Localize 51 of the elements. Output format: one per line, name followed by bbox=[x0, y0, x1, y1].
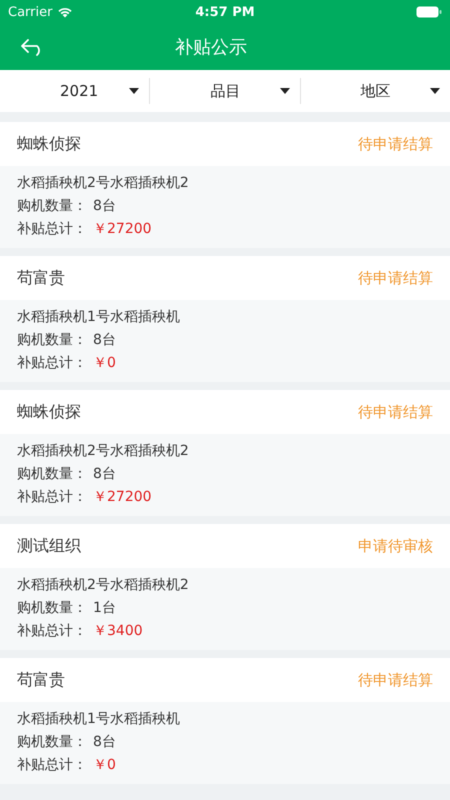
status-label: 待申请结算 bbox=[358, 402, 433, 422]
quantity-label: 购机数量： bbox=[17, 331, 87, 350]
machine-model: 水稻插秧机2号水稻插秧机2 bbox=[17, 442, 190, 461]
subsidy-amount: ￥0 bbox=[93, 756, 116, 775]
applicant-name: 测试组织 bbox=[17, 536, 81, 556]
machine-model: 水稻插秧机2号水稻插秧机2 bbox=[17, 576, 190, 595]
subsidy-label: 补贴总计： bbox=[17, 756, 87, 775]
carrier-label: Carrier bbox=[8, 4, 52, 20]
filter-dropdown[interactable]: 地区 bbox=[300, 78, 450, 104]
page-title: 补贴公示 bbox=[175, 36, 247, 59]
status-time: 4:57 PM bbox=[194, 4, 256, 20]
card-header[interactable]: 蜘蛛侦探 待申请结算 bbox=[0, 122, 450, 166]
caret-icon bbox=[280, 88, 290, 94]
filter-dropdown[interactable]: 2021 bbox=[0, 78, 150, 104]
status-label: 待申请结算 bbox=[358, 268, 433, 288]
machine-model: 水稻插秧机1号水稻插秧机 bbox=[17, 710, 181, 729]
applicant-name: 苟富贵 bbox=[17, 268, 65, 288]
subsidy-amount: ￥27200 bbox=[93, 220, 152, 239]
applicant-name: 蜘蛛侦探 bbox=[17, 402, 81, 422]
quantity-label: 购机数量： bbox=[17, 599, 87, 618]
wifi-icon bbox=[57, 6, 74, 18]
subsidy-amount: ￥0 bbox=[93, 354, 116, 373]
subsidy-amount: ￥27200 bbox=[93, 488, 152, 507]
quantity-label: 购机数量： bbox=[17, 733, 87, 752]
quantity-value: 1台 bbox=[93, 599, 116, 618]
card-header[interactable]: 测试组织 申请待审核 bbox=[0, 524, 450, 568]
status-label: 申请待审核 bbox=[358, 536, 433, 556]
filter-dropdown[interactable]: 品目 bbox=[149, 78, 300, 104]
subsidy-label: 补贴总计： bbox=[17, 622, 87, 641]
applicant-name: 蜘蛛侦探 bbox=[17, 134, 81, 154]
battery-icon bbox=[416, 6, 442, 18]
subsidy-amount: ￥3400 bbox=[93, 622, 143, 641]
quantity-value: 8台 bbox=[93, 331, 116, 350]
quantity-label: 购机数量： bbox=[17, 197, 87, 216]
caret-icon bbox=[129, 88, 140, 94]
quantity-label: 购机数量： bbox=[17, 465, 87, 484]
card-header[interactable]: 蜘蛛侦探 待申请结算 bbox=[0, 390, 450, 434]
machine-model: 水稻插秧机2号水稻插秧机2 bbox=[17, 174, 190, 193]
quantity-value: 8台 bbox=[93, 733, 116, 752]
subsidy-label: 补贴总计： bbox=[17, 220, 87, 239]
card-header[interactable]: 苟富贵 待申请结算 bbox=[0, 256, 450, 300]
quantity-value: 8台 bbox=[93, 465, 116, 484]
card-header[interactable]: 苟富贵 待申请结算 bbox=[0, 658, 450, 702]
subsidy-label: 补贴总计： bbox=[17, 488, 87, 507]
status-label: 待申请结算 bbox=[358, 670, 433, 690]
status-label: 待申请结算 bbox=[358, 134, 433, 154]
subsidy-label: 补贴总计： bbox=[17, 354, 87, 373]
applicant-name: 苟富贵 bbox=[17, 670, 65, 690]
quantity-value: 8台 bbox=[93, 197, 116, 216]
machine-model: 水稻插秧机1号水稻插秧机 bbox=[17, 308, 181, 327]
caret-icon bbox=[430, 88, 440, 94]
